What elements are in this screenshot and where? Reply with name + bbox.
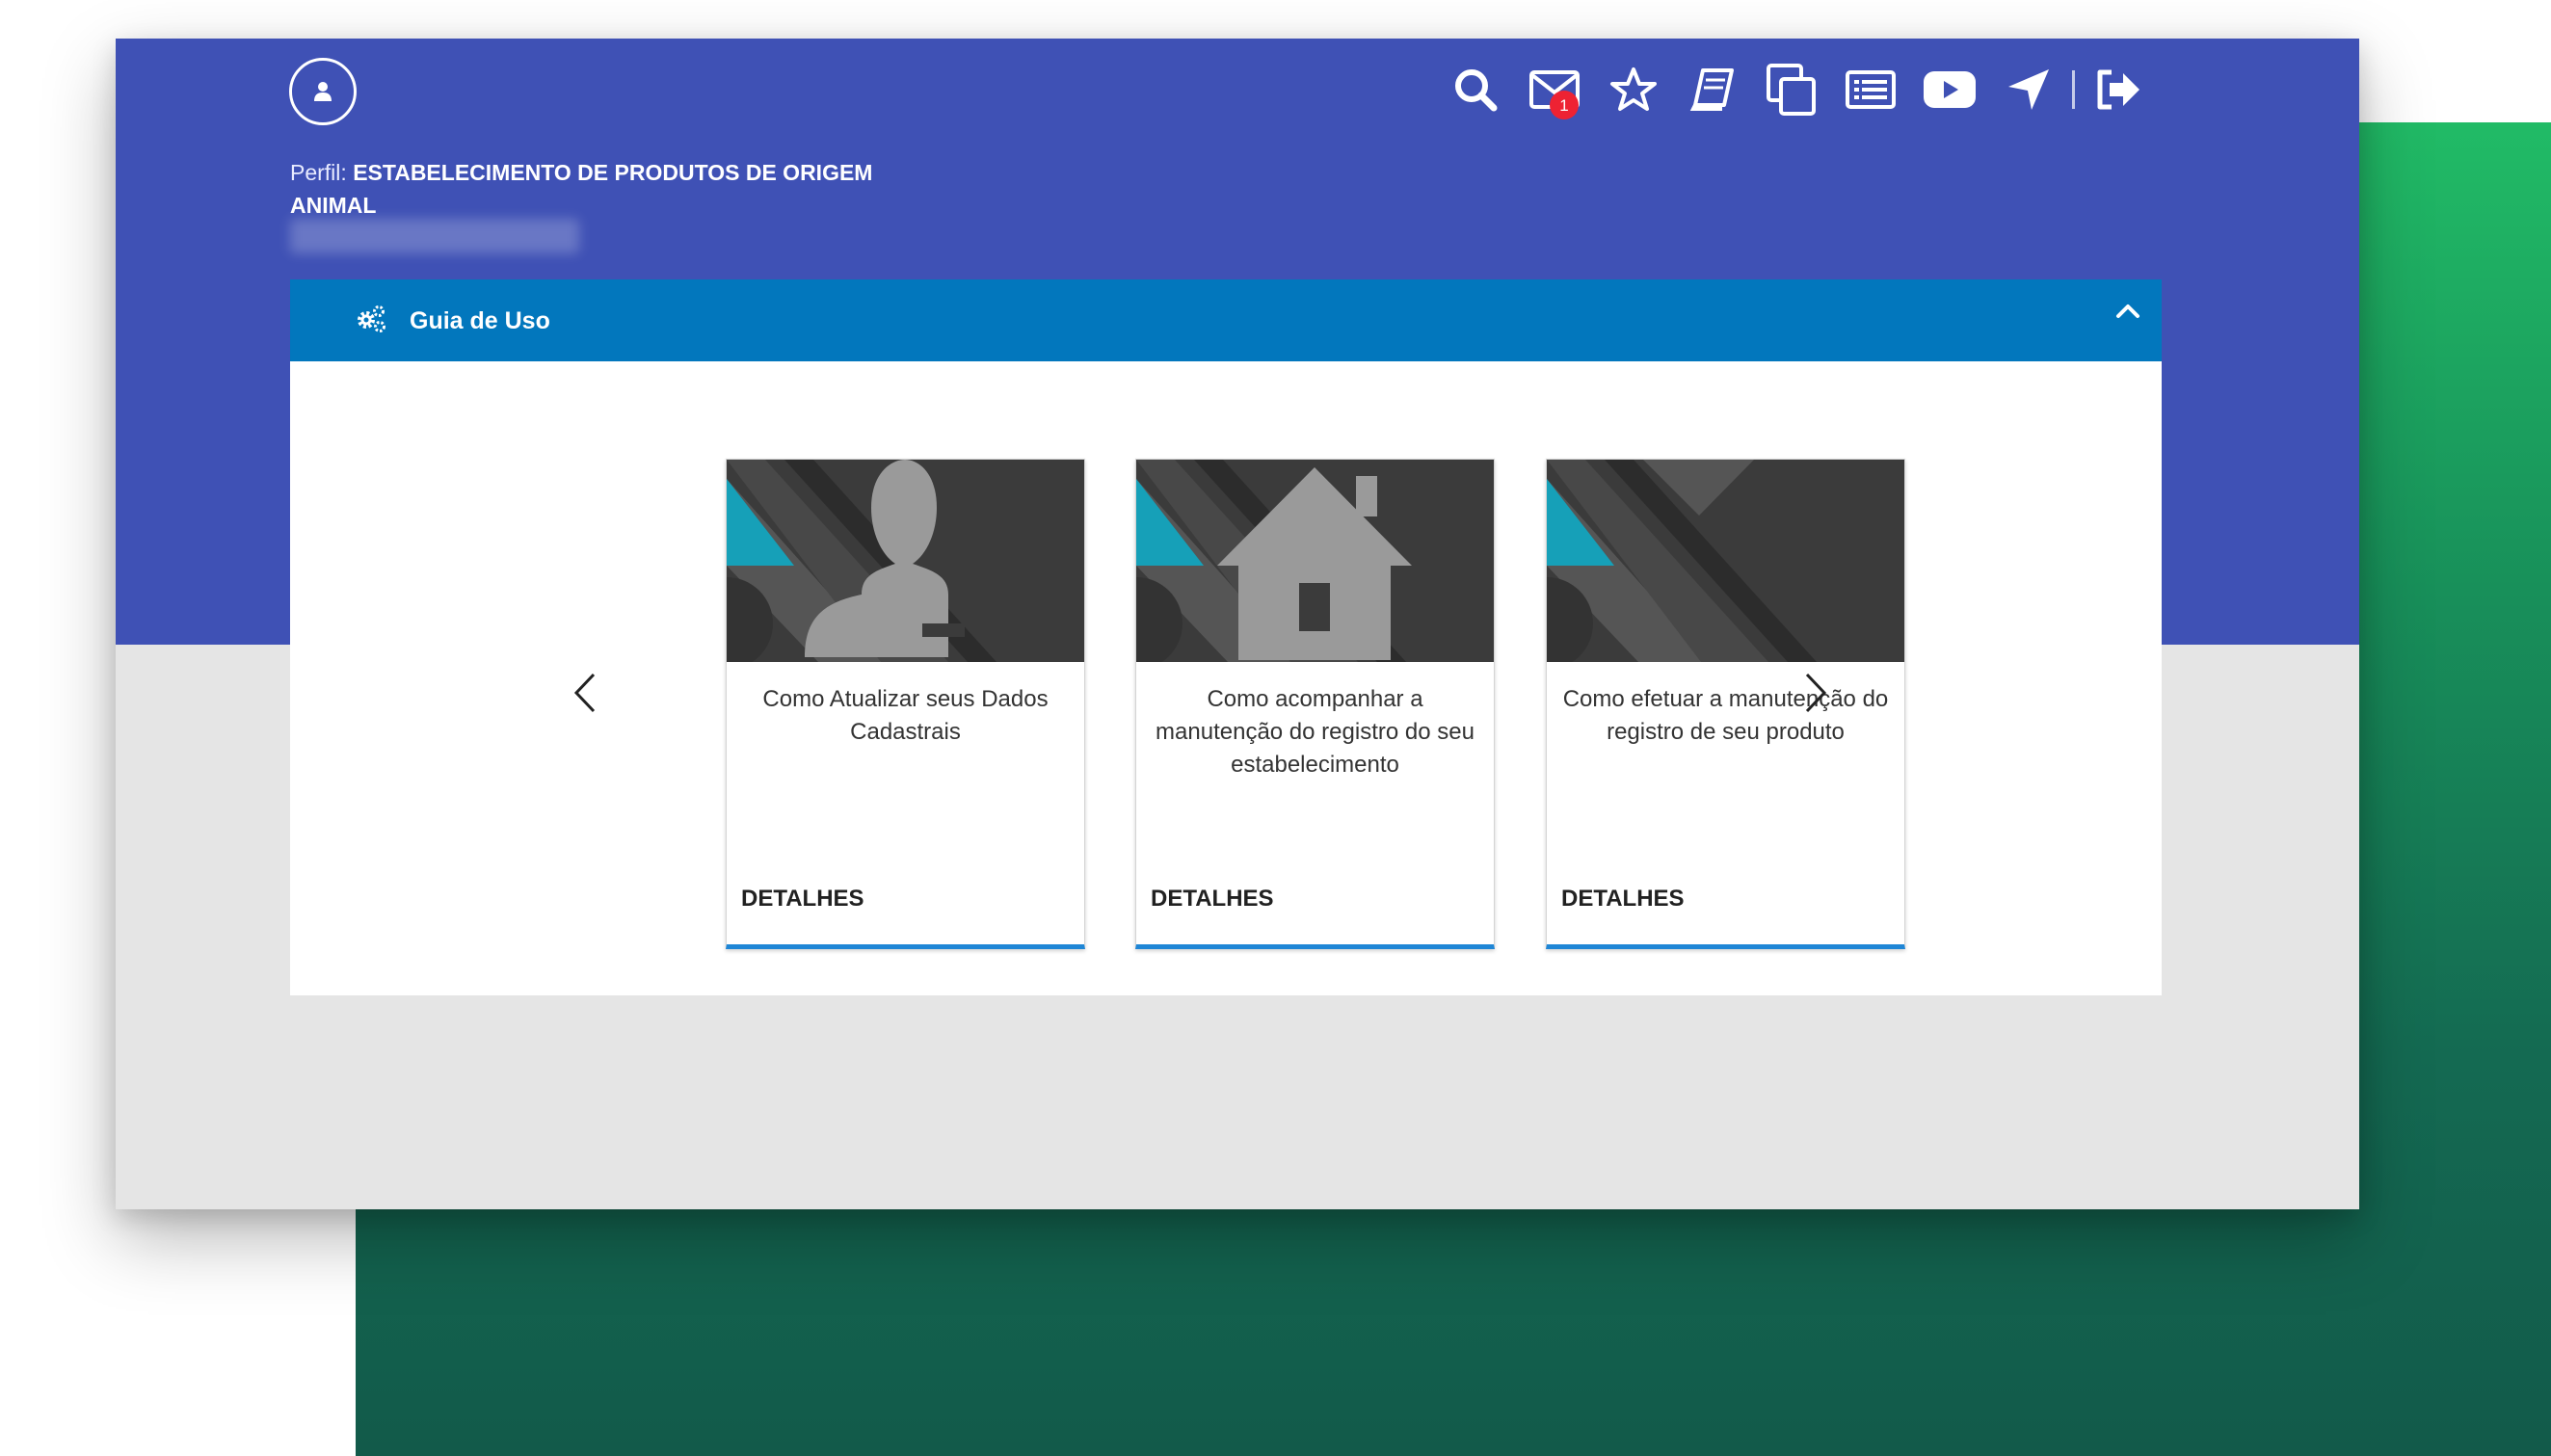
usage-guide-header[interactable]: Guia de Uso (290, 279, 2162, 361)
youtube-button[interactable] (1910, 56, 1989, 123)
mail-button[interactable]: 1 (1515, 56, 1594, 123)
card-background-pattern (1547, 460, 1904, 662)
guide-card[interactable]: Como efetuar a manutenção do registro de… (1546, 459, 1905, 949)
list-icon (1846, 70, 1896, 109)
profile-value: ESTABELECIMENTO DE PRODUTOS DE ORIGEM AN… (290, 160, 873, 218)
user-icon (314, 82, 332, 101)
card-details-link[interactable]: DETALHES (1561, 886, 1685, 913)
guide-card[interactable]: Como Atualizar seus Dados Cadastrais DET… (726, 459, 1085, 949)
carousel-prev-arrow[interactable] (572, 672, 598, 714)
panel-title: Guia de Uso (410, 307, 550, 334)
card-thumbnail (1547, 460, 1904, 662)
redacted-user-name (290, 219, 579, 253)
app-window: 1 Perfil: ESTABELECIMENTO DE PRODUTOS DE… (116, 39, 2359, 1209)
house-icon (1136, 460, 1494, 662)
gears-icon (358, 305, 385, 332)
screen: 1 Perfil: ESTABELECIMENTO DE PRODUTOS DE… (0, 0, 2551, 1456)
card-title: Como efetuar a manutenção do registro de… (1562, 686, 1889, 745)
carousel-next-arrow[interactable] (1803, 672, 1828, 714)
chevron-up-icon[interactable] (2115, 301, 2140, 320)
card-title: Como acompanhar a manutenção do registro… (1156, 686, 1475, 778)
profile-info: Perfil: ESTABELECIMENTO DE PRODUTOS DE O… (290, 156, 888, 222)
card-details-link[interactable]: DETALHES (1151, 886, 1274, 913)
youtube-icon (1924, 71, 1976, 108)
copy-button[interactable] (1752, 56, 1831, 123)
navigation-icon (2008, 69, 2049, 110)
usage-guide-panel: Guia de Uso Como Atualizar seus Dados Ca… (290, 279, 2162, 995)
search-button[interactable] (1436, 56, 1515, 123)
logout-button[interactable] (2079, 56, 2158, 123)
card-thumbnail (1136, 460, 1494, 662)
profile-label: Perfil: (290, 160, 347, 185)
book-icon (1689, 68, 1734, 111)
logout-icon (2097, 69, 2139, 110)
mail-badge: 1 (1550, 91, 1579, 119)
person-icon (727, 460, 1084, 662)
user-avatar-button[interactable] (289, 58, 357, 125)
card-thumbnail (727, 460, 1084, 662)
favorites-button[interactable] (1594, 56, 1673, 123)
card-title: Como Atualizar seus Dados Cadastrais (762, 686, 1049, 745)
copy-icon (1767, 64, 1816, 116)
manual-button[interactable] (1673, 56, 1752, 123)
top-toolbar: 1 (1436, 56, 2158, 123)
list-button[interactable] (1831, 56, 1910, 123)
card-details-link[interactable]: DETALHES (741, 886, 864, 913)
star-icon (1610, 67, 1657, 111)
toolbar-divider (2072, 70, 2075, 109)
search-icon (1455, 69, 1498, 112)
location-button[interactable] (1989, 56, 2068, 123)
guide-card[interactable]: Como acompanhar a manutenção do registro… (1135, 459, 1495, 949)
